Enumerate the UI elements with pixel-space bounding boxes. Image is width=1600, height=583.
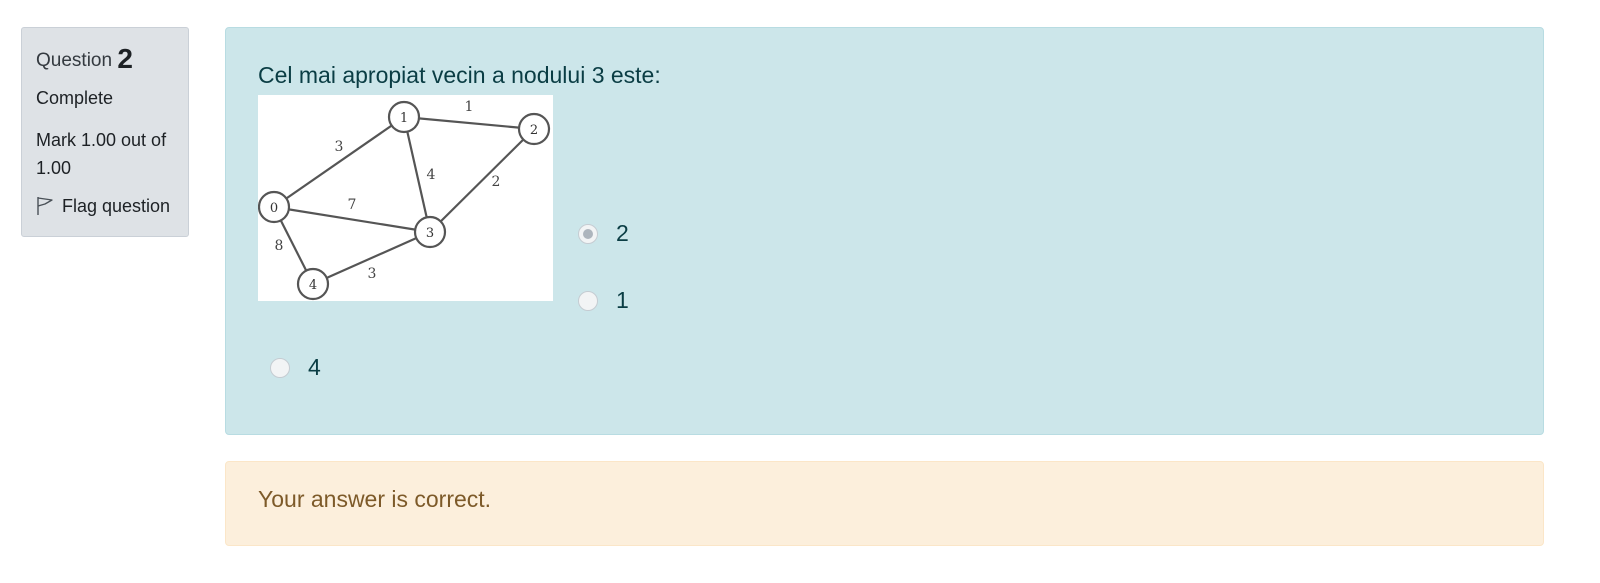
graph-node-label-0: 0 xyxy=(270,201,278,216)
edge-weight-2-3: 2 xyxy=(492,174,501,190)
question-formulation: Cel mai apropiat vecin a nodului 3 este:… xyxy=(225,27,1544,435)
answer-radio-4[interactable] xyxy=(270,357,290,378)
feedback-message: Your answer is correct. xyxy=(258,486,492,512)
edge-1-2 xyxy=(403,115,535,131)
flag-question-label: Flag question xyxy=(62,196,171,216)
radio-dot xyxy=(583,228,593,239)
edge-0-1 xyxy=(273,116,405,208)
graph-node-label-4: 4 xyxy=(309,278,317,293)
edge-2-3 xyxy=(429,128,535,233)
edge-weight-0-4: 8 xyxy=(275,238,284,254)
graph-node-label-2: 2 xyxy=(530,123,538,138)
graph-image: 3 1 4 2 7 8 3 0 1 2 3 4 xyxy=(258,95,553,301)
edge-weight-1-2: 1 xyxy=(465,99,474,115)
question-info-panel: Question 2 Complete Mark 1.00 out of 1.0… xyxy=(21,27,189,237)
answer-option-2[interactable]: 2 xyxy=(578,220,629,247)
question-grade: Mark 1.00 out of 1.00 xyxy=(36,130,167,178)
edge-weight-0-3: 7 xyxy=(348,197,357,213)
answer-label-1: 1 xyxy=(616,287,629,313)
answer-label-2: 2 xyxy=(616,220,629,246)
question-number: Question 2 xyxy=(36,42,174,78)
question-state: Complete xyxy=(36,88,114,108)
edge-weight-4-3: 3 xyxy=(368,266,377,282)
answer-label-4: 4 xyxy=(308,354,321,380)
flag-question-link[interactable]: Flag question xyxy=(36,194,174,218)
question-label: Question xyxy=(36,50,113,71)
edge-weight-1-3: 4 xyxy=(427,167,436,183)
answer-radio-2[interactable] xyxy=(578,223,598,244)
question-text: Cel mai apropiat vecin a nodului 3 este: xyxy=(258,62,661,88)
answer-option-4[interactable]: 4 xyxy=(270,354,321,381)
graph-node-label-3: 3 xyxy=(426,226,434,241)
answer-option-1[interactable]: 1 xyxy=(578,287,629,314)
feedback-panel: Your answer is correct. xyxy=(225,461,1544,546)
graph-node-label-1: 1 xyxy=(400,111,408,126)
edge-weight-0-1: 3 xyxy=(335,139,344,155)
question-number-value: 2 xyxy=(117,43,133,74)
flag-icon xyxy=(37,197,53,215)
answer-radio-1[interactable] xyxy=(578,290,598,311)
